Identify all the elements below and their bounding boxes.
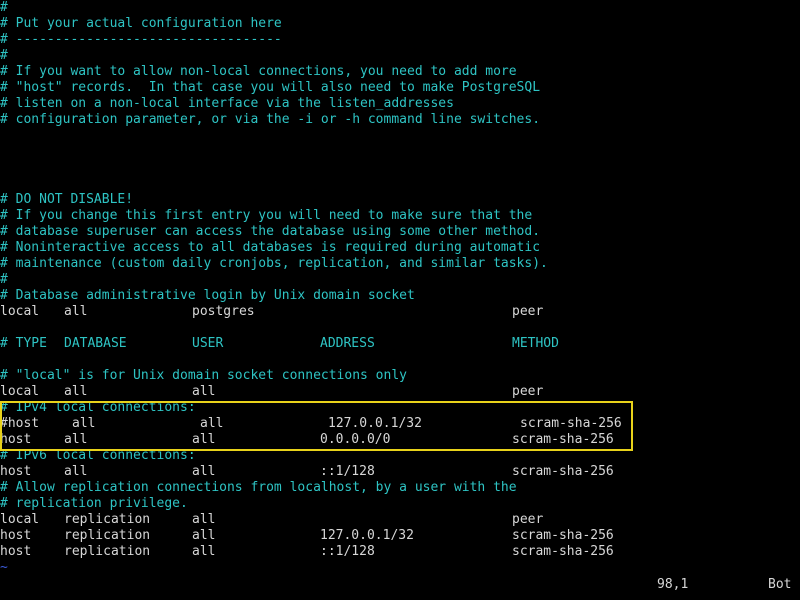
entry-cell: postgres (192, 304, 255, 319)
entry-cell: ::1/128 (320, 464, 375, 479)
entry-cell: all (200, 416, 224, 431)
comment-line: # Database administrative login by Unix … (0, 288, 415, 303)
entry-cell: all (192, 544, 216, 559)
comment-line: # IPv4 local connections: (0, 400, 196, 415)
entry-cell: #host (0, 416, 40, 431)
entry-cell: METHOD (512, 336, 559, 351)
entry-cell: host (0, 528, 32, 543)
config-entry-row: host all all::1/128 scram-sha-256 (0, 464, 800, 480)
comment-line: # Allow replication connections from loc… (0, 480, 517, 495)
entry-cell: all (64, 304, 88, 319)
entry-cell: 0.0.0.0/0 (320, 432, 391, 447)
comment-line: # maintenance (custom daily cronjobs, re… (0, 256, 548, 271)
entry-cell: scram-sha-256 (512, 528, 614, 543)
entry-cell: local (0, 384, 40, 399)
entry-cell: all (64, 384, 88, 399)
comment-line: # "host" records. In that case you will … (0, 80, 541, 95)
empty-buffer-tilde: ~ (0, 560, 8, 575)
comment-line: # Noninteractive access to all databases… (0, 240, 541, 255)
entry-cell: replication (64, 512, 151, 527)
config-entry-row: host replication all::1/128 scram-sha-256 (0, 544, 800, 560)
vim-editor-buffer[interactable]: # # Put your actual configuration here # -… (0, 0, 800, 576)
config-entry-row: host all all 0.0.0.0/0 scram-sha-256 (0, 432, 800, 448)
comment-line: # database superuser can access the data… (0, 224, 541, 239)
entry-cell: all (72, 416, 96, 431)
comment-line: # IPv6 local connections: (0, 448, 196, 463)
column-header-row: # TYPE DATABASE USER ADDRESS METHOD (0, 336, 800, 352)
entry-cell: all (192, 464, 216, 479)
entry-cell: all (64, 432, 88, 447)
vim-status-line: 98,1 Bot (0, 576, 800, 594)
entry-cell: all (192, 528, 216, 543)
entry-cell: all (192, 432, 216, 447)
entry-cell: replication (64, 544, 151, 559)
comment-line: # "local" is for Unix domain socket conn… (0, 368, 407, 383)
cursor-position: 98,1 (657, 577, 689, 592)
entry-cell: all (64, 464, 88, 479)
config-entry-row: #host all all 127.0.0.1/32 scram-sha-256 (0, 416, 800, 432)
comment-line: # (0, 0, 8, 15)
comment-line: # configuration parameter, or via the -i… (0, 112, 541, 127)
entry-cell: DATABASE (64, 336, 127, 351)
config-entry-row: host replication all 127.0.0.1/32 scram-sha-… (0, 528, 800, 544)
entry-cell: peer (512, 512, 544, 527)
entry-cell: host (0, 464, 32, 479)
entry-cell: local (0, 512, 40, 527)
entry-cell: local (0, 304, 40, 319)
entry-cell: scram-sha-256 (512, 464, 614, 479)
comment-line: # DO NOT DISABLE! (0, 192, 134, 207)
entry-cell: scram-sha-256 (512, 544, 614, 559)
entry-cell: host (0, 544, 32, 559)
scroll-position: Bot (768, 577, 792, 592)
entry-cell: replication (64, 528, 151, 543)
entry-cell: ::1/128 (320, 544, 375, 559)
entry-cell: ADDRESS (320, 336, 375, 351)
entry-cell: scram-sha-256 (520, 416, 622, 431)
entry-cell: all (192, 384, 216, 399)
entry-cell: # TYPE (0, 336, 47, 351)
entry-cell: 127.0.0.1/32 (328, 416, 422, 431)
comment-line: # Put your actual configuration here (0, 16, 282, 31)
comment-line: # listen on a non-local interface via th… (0, 96, 454, 111)
comment-line: # If you want to allow non-local connect… (0, 64, 517, 79)
entry-cell: scram-sha-256 (512, 432, 614, 447)
comment-line: # (0, 48, 8, 63)
config-entry-row: local all all peer (0, 384, 800, 400)
entry-cell: all (192, 512, 216, 527)
entry-cell: peer (512, 384, 544, 399)
comment-line: # If you change this first entry you wil… (0, 208, 533, 223)
comment-line: # replication privilege. (0, 496, 188, 511)
comment-line: # (0, 272, 8, 287)
entry-cell: 127.0.0.1/32 (320, 528, 414, 543)
comment-line: # ---------------------------------- (0, 32, 282, 47)
config-entry-row: local replication all peer (0, 512, 800, 528)
entry-cell: peer (512, 304, 544, 319)
entry-cell: USER (192, 336, 224, 351)
config-entry-row: local all postgres peer (0, 304, 800, 320)
entry-cell: host (0, 432, 32, 447)
